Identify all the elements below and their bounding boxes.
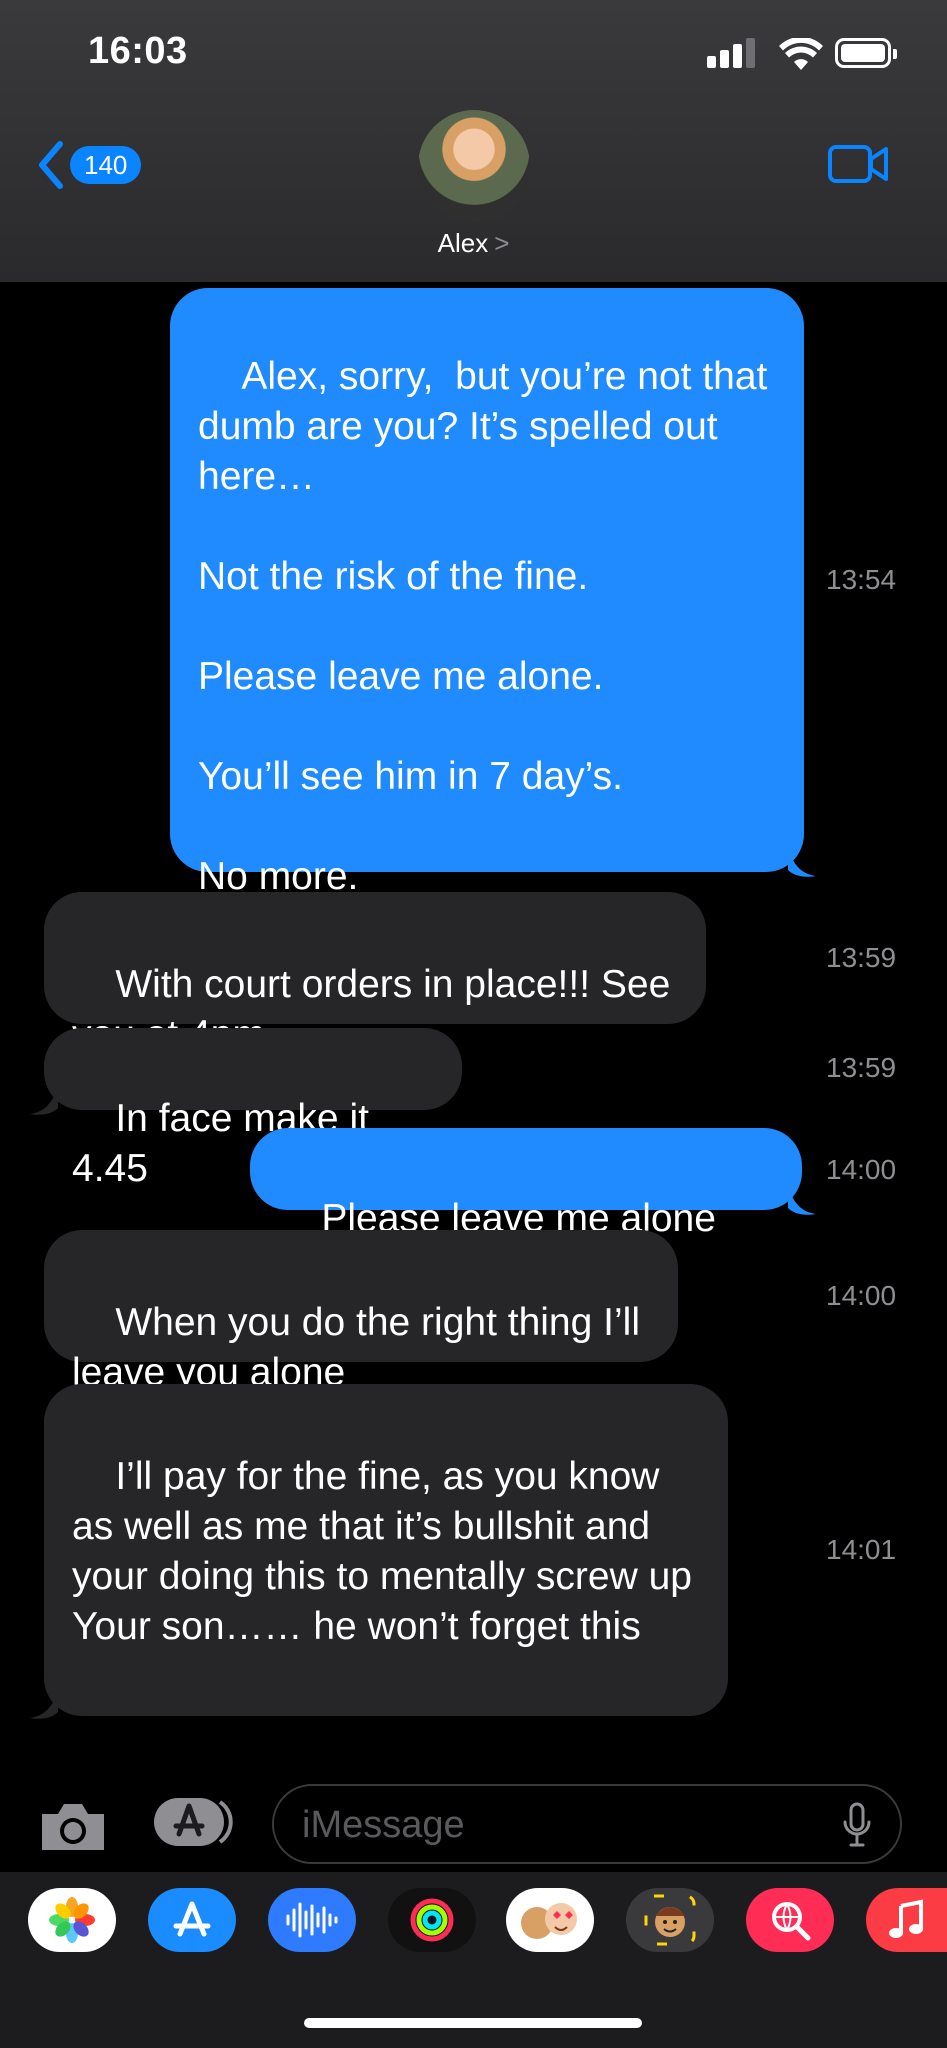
bubble-tail [788,1180,816,1215]
video-call-icon[interactable] [827,142,889,186]
chevron-left-icon [39,141,63,189]
received-message-bubble[interactable]: In face make it 4.45 [44,1028,462,1190]
message-text: I’ll pay for the fine, as you know as we… [72,1455,692,1648]
search-images-app-icon[interactable] [746,1888,834,1952]
memoji-stickers-icon [521,1903,577,1939]
message-input-placeholder: iMessage [302,1804,465,1846]
audio-message-app-icon[interactable] [268,1888,356,1952]
received-message-bubble[interactable]: I’ll pay for the fine, as you know as we… [44,1384,728,1716]
music-app-icon[interactable] [866,1888,947,1952]
bubble-tail [30,1684,58,1719]
message-text: Alex, sorry, but you’re not that dumb ar… [198,355,768,898]
contact-name[interactable]: Alex > [0,228,947,259]
fitness-app-icon[interactable] [388,1888,476,1952]
microphone-icon[interactable] [842,1802,872,1848]
photos-flower-icon [49,1897,95,1943]
message-timestamp: 14:00 [826,1280,897,1311]
received-message-bubble[interactable]: With court orders in place!!! See you at… [44,892,706,1056]
search-globe-icon [772,1902,811,1941]
memoji-app-icon[interactable] [626,1888,714,1952]
cellular-signal-icon [707,36,767,72]
app-store-a-icon [173,1901,211,1937]
sent-message-bubble[interactable]: Please leave me alone Alex [250,1128,802,1290]
music-note-icon [888,1899,923,1938]
wifi-icon [779,38,823,70]
activity-rings-icon [410,1898,454,1942]
status-icons [707,36,897,72]
unread-count-badge: 140 [70,146,142,184]
message-input[interactable]: iMessage [272,1784,902,1864]
waveform-icon [286,1902,338,1938]
message-timestamp: 14:00 [826,1154,897,1185]
camera-icon[interactable] [38,1800,108,1854]
battery-icon [835,38,897,68]
memoji-face-icon [644,1894,696,1946]
app-store-app-icon[interactable] [148,1888,236,1952]
sent-message-bubble[interactable]: Alex, sorry, but you’re not that dumb ar… [170,288,804,898]
photos-app-icon[interactable] [28,1888,116,1952]
contact-avatar[interactable] [418,110,530,222]
memoji-stickers-app-icon[interactable] [506,1888,594,1952]
conversation-header: 16:03 140 Alex > [0,0,947,282]
status-time: 16:03 [88,30,188,72]
message-text: When you do the right thing I’ll leave y… [72,1301,651,1394]
received-message-bubble[interactable]: When you do the right thing I’ll leave y… [44,1230,678,1394]
message-timestamp: 13:59 [826,1052,897,1083]
message-thread[interactable]: Alex, sorry, but you’re not that dumb ar… [0,282,947,1932]
compose-bar: iMessage [0,1772,947,1872]
message-timestamp: 14:01 [826,1534,897,1565]
contact-name-label: Alex [437,228,489,258]
home-indicator[interactable] [304,2018,642,2028]
back-button[interactable]: 140 [36,140,142,190]
app-store-icon[interactable] [152,1794,236,1850]
chevron-right-icon: > [494,228,510,258]
message-timestamp: 13:54 [826,564,897,595]
message-timestamp: 13:59 [826,942,897,973]
bubble-tail [30,1080,58,1115]
bubble-tail [788,842,816,877]
